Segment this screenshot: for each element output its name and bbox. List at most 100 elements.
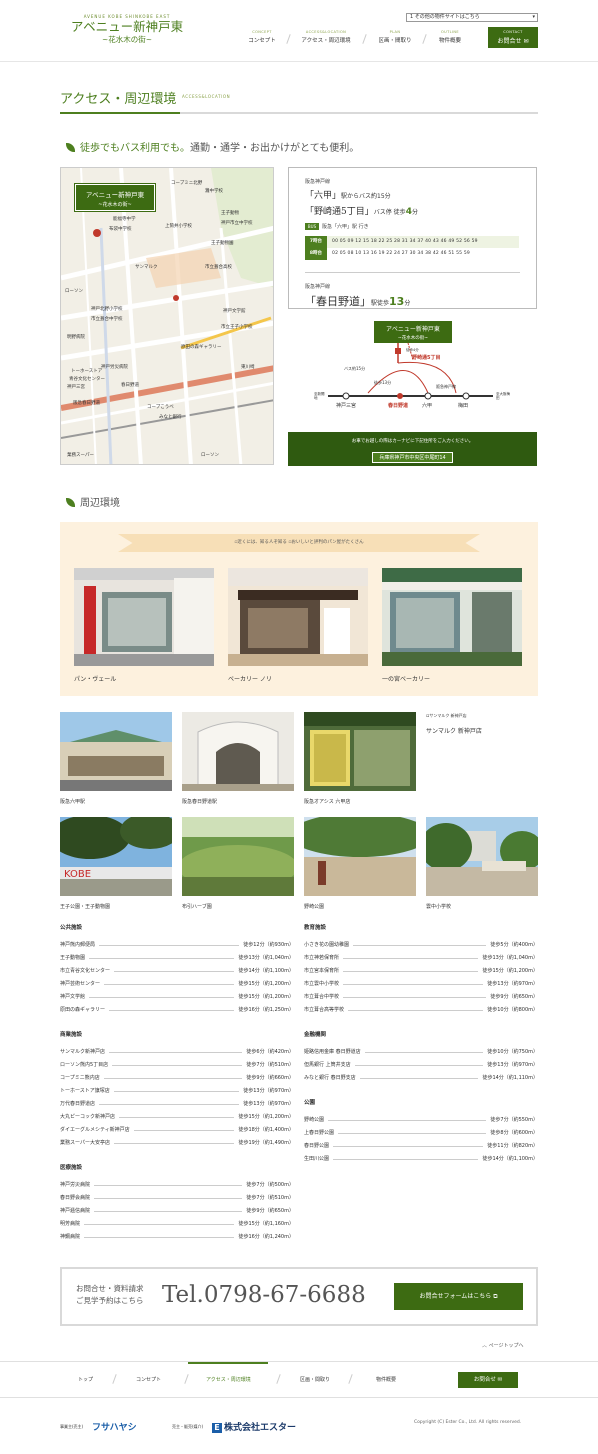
map-property-label: アベニュー新神戸東 ~花水木の街~ (75, 184, 155, 211)
facility-leader-line (359, 1078, 479, 1079)
facility-name: 大丸ピーコック新神戸店 (60, 1114, 116, 1120)
walk-line: 「春日野道」駅徒歩13分 (305, 295, 411, 308)
facility-row: 神戸逓信病院 徒歩9分（約650m） (60, 1204, 294, 1217)
nav-outline[interactable]: OUTLINE 物件概要 (430, 30, 470, 44)
facility-leader-line (84, 1237, 235, 1238)
footer-label-developer: 事業主(売主) (60, 1424, 84, 1429)
facility-leader-line (113, 1143, 235, 1144)
facility-leader-line (109, 1052, 243, 1053)
nav-plan[interactable]: PLAN 区画・間取り (372, 30, 418, 44)
leaf-icon (66, 143, 75, 152)
map-place: 東川崎 (241, 365, 255, 370)
mail-icon: ✉ (497, 1377, 503, 1383)
route-walk13: 徒歩13分 (374, 380, 392, 385)
footer-contact-button[interactable]: お問合せ ✉ (458, 1372, 518, 1388)
page-title-ja: アクセス・周辺環境 (60, 92, 177, 107)
bus-stop-line: 「野崎通5丁目」バス停 徒歩4分 (305, 207, 418, 217)
bakery-photo (228, 568, 368, 666)
footer-nav-access[interactable]: アクセス・周辺環境 (206, 1376, 251, 1383)
nav-concept-label: コンセプト (248, 38, 276, 44)
facility-distance: 徒歩14分（約1,110m） (482, 1075, 538, 1081)
timetable-minutes: 02 05 08 10 13 16 19 22 24 27 30 34 38 4… (327, 248, 519, 260)
facility-name: 明芳病院 (60, 1221, 81, 1227)
facility-name: 市立葺合中学校 (304, 994, 340, 1000)
map-place: 明野病院 (67, 335, 85, 340)
walk-prefix: 駅徒歩 (371, 300, 390, 307)
facility-row: 明芳病院 徒歩15分（約1,160m） (60, 1217, 294, 1230)
contact-form-button[interactable]: お問合せフォームはこちら ⧉ (394, 1283, 523, 1310)
timetable-row: 8時台 02 05 08 10 13 16 19 22 24 27 30 34 3… (305, 248, 519, 260)
facility-row: 姫路信用金庫 春日野道店 徒歩10分（約750m） (304, 1045, 538, 1058)
facility-row: 但馬銀行 上筒井支店 徒歩13分（約970m） (304, 1058, 538, 1071)
header-contact-button[interactable]: CONTACT お問合せ ✉ (488, 27, 538, 48)
route-line: 阪急神戸線 (436, 384, 456, 389)
company-logo-ester[interactable]: E 株式会社エスター (212, 1420, 296, 1433)
walk-station: 春日野道 (316, 295, 360, 308)
map-place: 上筒井小学校 (165, 224, 192, 229)
nav-concept[interactable]: CONCEPT コンセプト (244, 30, 280, 44)
facility-row: 王子動物園 徒歩13分（約1,040m） (60, 951, 294, 964)
page-top-link[interactable]: ︿ ページトップへ (482, 1342, 524, 1349)
facility-row: コープミニ熊内店 徒歩9分（約660m） (60, 1071, 294, 1084)
footer-nav-outline[interactable]: 物件概要 (376, 1376, 396, 1383)
facility-row: ダイエーグルメシティ新神戸店 徒歩18分（約1,400m） (60, 1123, 294, 1136)
facility-leader-line (89, 958, 235, 959)
facility-name: 神戸芸術センター (60, 981, 101, 987)
car-access-box: お車でお越しの際はカーナビに下記住所をご入力ください。 兵庫県神戸市中央区中尾町… (288, 432, 537, 466)
photo-caption: 阪急春日野道駅 (182, 799, 218, 805)
facility-distance: 徒歩9分（約660m） (246, 1075, 294, 1081)
nav-access[interactable]: ACCESS&LOCATION アクセス・周辺環境 (296, 30, 356, 44)
map-place: ローソン (65, 289, 83, 294)
facility-distance: 徒歩15分（約1,200m） (238, 994, 294, 1000)
other-sites-select[interactable]: 1 その他の物件サイトはこちら ▾ (406, 13, 538, 22)
nav-divider (422, 34, 427, 44)
facility-row: 大丸ピーコック新神戸店 徒歩15分（約1,200m） (60, 1110, 294, 1123)
facility-row: 上春日野公園 徒歩8分（約600m） (304, 1126, 538, 1139)
facility-distance: 徒歩15分（約1,200m） (238, 1114, 294, 1120)
nav-outline-en: OUTLINE (440, 30, 460, 34)
map-place: 神戸労災病院 (101, 365, 128, 370)
timetable-minutes: 00 05 09 12 15 18 22 25 28 31 34 37 40 4… (327, 236, 519, 248)
contact-tel[interactable]: Tel.0798-67-6688 (162, 1282, 366, 1308)
leaf-icon (66, 498, 75, 507)
facility-leader-line (343, 958, 479, 959)
company-logo-fusahayashi[interactable]: フサハヤシ (92, 1420, 137, 1433)
footer-nav-top[interactable]: トップ (78, 1376, 93, 1383)
facility-row: 野崎公園 徒歩7分（約550m） (304, 1113, 538, 1126)
facility-distance: 徒歩7分（約510m） (246, 1062, 294, 1068)
facility-distance: 徒歩15分（約1,160m） (238, 1221, 294, 1227)
facility-name: 小さき花の園幼稚園 (304, 942, 350, 948)
footer-active-indicator (188, 1362, 268, 1364)
facility-name: 上春日野公園 (304, 1130, 335, 1136)
photo-unchu-school (426, 817, 538, 896)
logo-sub: ~花水木の街~ (101, 35, 153, 44)
facility-distance: 徒歩14分（約1,100m） (482, 1156, 538, 1162)
walk-unit: 分 (404, 300, 411, 307)
footer-nav-concept[interactable]: コンセプト (136, 1376, 161, 1383)
facility-leader-line (104, 984, 235, 985)
facility-name: 神戸逓信病院 (60, 1208, 91, 1214)
facility-row: 神戸文学館 徒歩15分（約1,200m） (60, 990, 294, 1003)
facility-name: 野崎公園 (304, 1117, 325, 1123)
map-place: 神戸文学館 (223, 309, 246, 314)
facility-leader-line (84, 1224, 235, 1225)
facility-row: 神鋼病院 徒歩16分（約1,240m） (60, 1230, 294, 1243)
facility-leader-line (343, 997, 487, 998)
access-lead-rest: 通勤・通学・お出かけがとても便利。 (190, 143, 360, 154)
photo-caption: 野崎公園 (304, 904, 325, 910)
page-title-en: ACCESS&LOCATION (182, 94, 231, 99)
contact-box: お問合せ・資料請求 ご見学予約はこちら Tel.0798-67-6688 お問合せ… (60, 1267, 538, 1326)
env-heading: 周辺環境 (66, 494, 120, 509)
site-logo[interactable]: AVENUE KOBE SHINKOBE EAST アベニュー新神戸東 ~花水木… (62, 14, 192, 45)
facility-distance: 徒歩19分（約1,490m） (238, 1140, 294, 1146)
map-place: コープこうべ (147, 405, 174, 410)
facility-row: 神戸熊内郵便局 徒歩12分（約930m） (60, 938, 294, 951)
photo-caption: 阪急六甲駅 (60, 799, 86, 805)
footer-nav-plan[interactable]: 区画・間取り (300, 1376, 330, 1383)
footer-divider (348, 1374, 353, 1384)
route-diagram: アベニュー新神戸東 ~花水木の街~ 野崎通5丁目 徒歩4分 バス約15分 徒歩13… (288, 318, 537, 428)
bus-stop-suffix: バス停 徒歩 (373, 209, 406, 216)
timetable-hour: 7時台 (305, 236, 327, 248)
facility-row: 神戸労災病院 徒歩7分（約500m） (60, 1178, 294, 1191)
footer-divider (276, 1374, 281, 1384)
